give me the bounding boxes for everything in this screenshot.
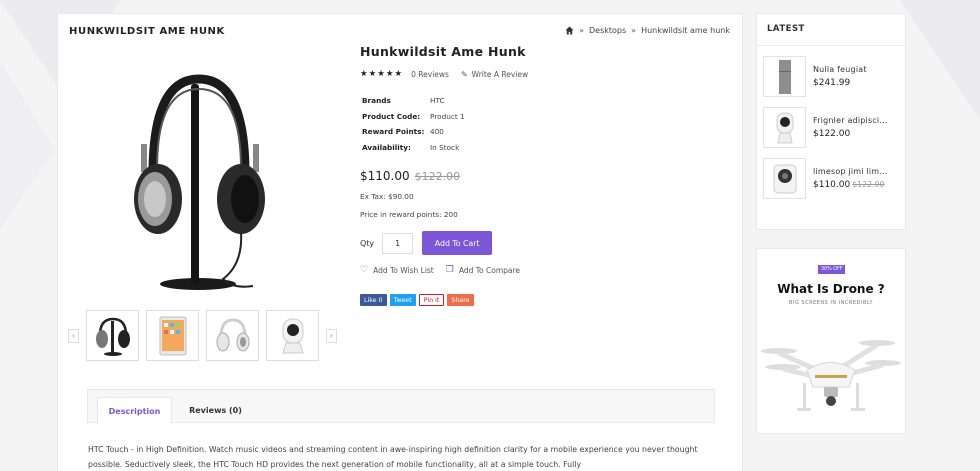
price-row: $110.00 $122.00 — [360, 169, 730, 183]
product-main-image[interactable] — [123, 54, 283, 314]
wishlist-label: Add To Wish List — [373, 265, 434, 275]
breadcrumb: » Desktops » Hunkwildsit ame hunk — [565, 26, 730, 35]
latest-item[interactable]: limesop jimi lim... $110.00 $122.00 — [763, 153, 905, 204]
latest-item-image[interactable] — [763, 158, 806, 199]
facebook-like-button[interactable]: Like 0 — [360, 294, 387, 306]
latest-item[interactable]: Nulla feugiat $241.99 — [763, 51, 905, 102]
banner-subtitle: BIG SCREENS IN INCREDIBLY — [789, 300, 873, 306]
latest-title: LATEST — [757, 14, 905, 46]
thumbnail-camera[interactable] — [266, 310, 319, 361]
banner-title: What Is Drone ? — [777, 282, 885, 296]
drone-image — [761, 340, 901, 411]
latest-item-name[interactable]: Nulla feugiat — [813, 65, 896, 74]
heart-icon: ♡ — [360, 265, 369, 275]
quantity-input[interactable] — [382, 232, 414, 254]
page-title: HUNKWILDSIT AME HUNK — [69, 26, 225, 37]
product-description: HTC Touch - in High Definition. Watch mu… — [88, 445, 698, 469]
spec-key: Product Code: — [362, 111, 421, 121]
latest-item-image[interactable] — [763, 107, 806, 148]
price-new: $110.00 — [360, 169, 410, 183]
star-rating-icon: ★★★★★ — [360, 69, 404, 79]
discount-badge: 30% OFF — [818, 265, 846, 274]
product-title: Hunkwildsit Ame Hunk — [360, 44, 526, 59]
product-info: Hunkwildsit Ame Hunk ★★★★★ 0 Reviews ✎ W… — [360, 44, 730, 306]
carousel-prev-button[interactable]: ‹ — [68, 328, 79, 343]
share-button[interactable]: Share — [447, 294, 474, 306]
pinterest-button[interactable]: Pin it — [418, 294, 445, 306]
spec-row: Reward Points: 400 — [362, 124, 465, 140]
product-tabs: Description Reviews (0) — [87, 389, 715, 424]
wishlist-compare-row: ♡ Add To Wish List ❐ Add To Compare — [360, 265, 730, 275]
rating-row: ★★★★★ 0 Reviews ✎ Write A Review — [360, 69, 730, 79]
latest-item-price-old: $122.00 — [852, 180, 885, 189]
latest-item-image[interactable] — [763, 56, 806, 97]
qty-label: Qty — [360, 238, 375, 248]
latest-item-name[interactable]: Frignler adipisci... — [813, 116, 896, 125]
add-to-cart-button[interactable]: Add To Cart — [422, 231, 493, 255]
breadcrumb-item-product[interactable]: Hunkwildsit ame hunk — [641, 26, 730, 35]
thumbnail-white-headphones[interactable] — [206, 310, 259, 361]
latest-item[interactable]: Frignler adipisci... $122.00 — [763, 102, 905, 153]
breadcrumb-item-desktops[interactable]: Desktops — [589, 26, 626, 35]
pencil-icon: ✎ — [460, 69, 468, 79]
spec-key: Brands — [362, 96, 391, 106]
latest-item-price: $110.00 $122.00 — [813, 180, 896, 190]
latest-item-price: $122.00 — [813, 129, 851, 139]
spec-key: Reward Points: — [362, 127, 425, 137]
spec-value: HTC — [430, 96, 445, 106]
latest-item-price-new: $110.00 — [813, 180, 851, 190]
tab-description[interactable]: Description — [97, 397, 172, 424]
spec-value: Product 1 — [430, 111, 465, 121]
latest-item-name[interactable]: limesop jimi lim... — [813, 167, 896, 176]
compare-label: Add To Compare — [458, 265, 521, 275]
spec-row: Availability: In Stock — [362, 140, 465, 156]
spec-value: In Stock — [430, 142, 460, 152]
thumbnail-headphones[interactable] — [86, 310, 139, 361]
add-to-wishlist-link[interactable]: ♡ Add To Wish List — [360, 265, 434, 275]
spec-row: Brands HTC — [362, 93, 465, 109]
breadcrumb-separator: » — [631, 26, 637, 35]
thumbnail-carousel: ‹ › — [68, 310, 337, 361]
spec-key: Availability: — [362, 142, 411, 152]
latest-item-price: $241.99 — [813, 78, 851, 88]
promo-banner[interactable]: 30% OFF What Is Drone ? BIG SCREENS IN I… — [756, 248, 906, 434]
spec-row: Product Code: Product 1 — [362, 109, 465, 125]
product-panel: HUNKWILDSIT AME HUNK » Desktops » Hunkwi… — [57, 13, 743, 471]
product-specs: Brands HTC Product Code: Product 1 Reward … — [362, 93, 465, 155]
carousel-next-button[interactable]: › — [326, 328, 337, 343]
share-buttons: Like 0 Tweet Pin it Share — [360, 294, 730, 306]
spec-value: 400 — [430, 127, 444, 137]
ex-tax-text: Ex Tax: $90.00 — [360, 192, 414, 201]
add-to-compare-link[interactable]: ❐ Add To Compare — [446, 265, 520, 275]
tab-reviews[interactable]: Reviews (0) — [178, 397, 253, 424]
compare-icon: ❐ — [445, 265, 454, 275]
reviews-link[interactable]: 0 Reviews — [411, 70, 449, 79]
home-icon[interactable] — [565, 26, 574, 35]
price-old: $122.00 — [414, 170, 461, 183]
twitter-tweet-button[interactable]: Tweet — [389, 294, 416, 306]
quantity-row: Qty Add To Cart — [360, 231, 730, 255]
reward-points-text: Price in reward points: 200 — [360, 210, 458, 219]
write-review-link[interactable]: Write A Review — [472, 70, 528, 79]
thumbnail-tablet[interactable] — [146, 310, 199, 361]
breadcrumb-separator: » — [579, 26, 584, 35]
latest-products-panel: LATEST Nulla feugiat $241.99 Frignler ad… — [756, 13, 906, 230]
